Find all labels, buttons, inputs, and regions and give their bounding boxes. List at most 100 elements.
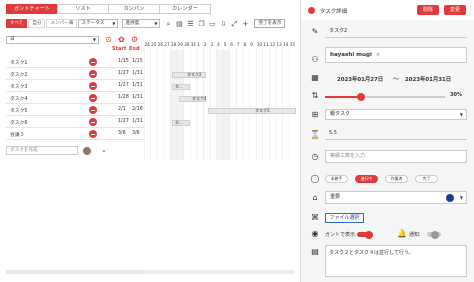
progress-slider[interactable] <box>325 93 445 101</box>
table-row[interactable]: タスク6 1/27 1/31 <box>6 116 144 128</box>
table-row[interactable]: タスク1 1/15 1/15 <box>6 56 144 68</box>
remove-task-icon[interactable] <box>89 82 97 90</box>
end-header: End <box>129 46 140 52</box>
download-icon[interactable]: ⇩ <box>219 20 227 28</box>
show-completed-button[interactable]: 完了を表示 <box>254 19 286 28</box>
settings-circle-icon[interactable]: ⊙ <box>104 35 113 44</box>
remove-task-icon[interactable] <box>89 118 97 126</box>
gear-icon[interactable]: ⚙ <box>130 35 139 44</box>
table-row[interactable]: タスク5 2/1 2/16 <box>6 104 144 116</box>
status-worked[interactable]: 作業済 <box>385 175 408 183</box>
weekend-column <box>223 50 230 160</box>
remove-task-icon[interactable] <box>89 70 97 78</box>
edit-icon: ✎ <box>311 27 319 36</box>
day-label: 5 <box>224 42 227 47</box>
filter-icon[interactable]: ▤ <box>175 20 183 28</box>
status-select[interactable]: ステータス ▼ <box>78 19 119 28</box>
close-icon[interactable] <box>308 7 315 14</box>
avatar[interactable] <box>83 147 91 155</box>
palette-icon[interactable]: ✿ <box>117 35 126 44</box>
file-select-button[interactable]: ファイル選択 <box>325 213 364 223</box>
remove-assignee-icon[interactable]: × <box>376 52 380 58</box>
task-name: タスク1 <box>10 61 28 66</box>
assignee-name: hayashi mugi <box>330 52 372 58</box>
progress-slider-handle[interactable] <box>357 93 365 101</box>
task-detail-panel: タスク詳細 削除 変更 ✎ タスク2 ⚇ hayashi mugi × ▦ 202… <box>300 0 474 282</box>
list-icon[interactable]: ☰ <box>186 20 194 28</box>
gantt-bar[interactable]: タスク5 <box>208 108 296 114</box>
table-row[interactable]: 会議３ 3/6 3/6 <box>6 128 144 140</box>
tab-kanban[interactable]: カンバン <box>108 4 160 14</box>
gantt-bar[interactable]: タ... <box>172 84 190 90</box>
gantt-chart-area: 24 25 26 27 28 29 30 31 1 2 3 4 5 6 7 8 9 10 11 12 13 14 15 タス… <box>143 40 300 170</box>
task-name: タスク5 <box>10 109 28 114</box>
task-start: 3/6 <box>118 131 126 136</box>
day-label: 25 <box>151 42 157 47</box>
task-name: タスク4 <box>10 97 28 102</box>
notify-toggle[interactable] <box>427 230 441 239</box>
delete-button[interactable]: 削除 <box>417 5 439 15</box>
progress-select[interactable]: 進捗度 ▼ <box>122 19 161 28</box>
memo-textarea[interactable]: タスク２とタスク４は並行して行う。 <box>325 245 467 277</box>
tab-calendar[interactable]: カレンダー <box>159 4 211 14</box>
status-done[interactable]: 完了 <box>415 175 438 183</box>
gantt-bar[interactable]: タ... <box>172 120 190 126</box>
day-label: 6 <box>230 42 233 47</box>
start-date[interactable]: 2023年01月27日 <box>337 75 383 83</box>
memo-icon: ▤ <box>311 247 319 256</box>
table-row[interactable]: タスク3 1/27 1/31 <box>6 80 144 92</box>
day-label: 4 <box>217 42 220 47</box>
task-name: 会議３ <box>10 133 25 138</box>
day-label: 31 <box>191 42 197 47</box>
zoom-select[interactable]: 日 ▼ <box>6 36 99 44</box>
filter-member-chip[interactable]: メンバー毎 <box>46 19 78 28</box>
eye-icon: ◉ <box>311 229 319 238</box>
gantt-scrollbar[interactable] <box>144 270 294 274</box>
date-separator: 〜 <box>393 76 400 83</box>
chevron-down-icon[interactable]: ⌄ <box>101 146 107 154</box>
memo-text: タスク２とタスク４は並行して行う。 <box>329 250 414 256</box>
add-icon[interactable]: + <box>241 20 249 28</box>
expand-icon[interactable]: ⤢ <box>230 20 238 28</box>
table-row[interactable]: タスク2 1/27 1/31 <box>6 68 144 80</box>
status-in-progress[interactable]: 進行中 <box>355 175 378 183</box>
task-name-field[interactable]: タスク2 <box>325 27 467 38</box>
gantt-bar-label: タ... <box>175 84 183 89</box>
remove-task-icon[interactable] <box>89 58 97 66</box>
change-button[interactable]: 変更 <box>444 5 466 15</box>
table-row[interactable]: タスク4 1/28 1/31 <box>6 92 144 104</box>
day-label: 1 <box>197 42 200 47</box>
copy-icon[interactable]: ❐ <box>197 20 205 28</box>
paperclip-icon: ⌘ <box>311 213 319 222</box>
tab-gantt[interactable]: ガントチャート <box>6 4 58 14</box>
tab-list[interactable]: リスト <box>57 4 109 14</box>
new-task-input[interactable]: タスクを作成 <box>6 146 78 155</box>
end-date[interactable]: 2023年01月31日 <box>405 75 451 83</box>
task-name: タスク3 <box>10 85 28 90</box>
task-end: 1/31 <box>132 83 143 88</box>
remove-task-icon[interactable] <box>89 106 97 114</box>
assignee-field[interactable]: hayashi mugi × <box>325 47 467 63</box>
day-label: 8 <box>244 42 247 47</box>
gantt-view: ガントチャート リスト カンバン カレンダー すべて 自分 メンバー毎 ステータ… <box>0 0 300 282</box>
day-label: 15 <box>290 42 296 47</box>
parent-task-select[interactable]: 親タスク ▼ <box>325 109 467 120</box>
gantt-bar-label: タ... <box>175 120 183 125</box>
gantt-bar[interactable]: タスク2 <box>172 72 206 78</box>
remove-task-icon[interactable] <box>89 94 97 102</box>
status-not-started[interactable]: 未着手 <box>325 175 348 183</box>
task-list-scrollbar[interactable] <box>6 270 144 274</box>
gantt-bar[interactable]: タスク4 <box>179 96 207 102</box>
task-start: 1/28 <box>118 95 129 100</box>
filter-mine-chip[interactable]: 自分 <box>28 19 46 28</box>
actual-hours-input[interactable]: 実績工数を入力 <box>325 150 467 163</box>
estimate-field[interactable]: 5.5 <box>325 129 467 140</box>
weekend-column <box>170 50 177 160</box>
gantt-display-toggle[interactable] <box>357 230 373 239</box>
task-end: 1/15 <box>132 59 143 64</box>
search-icon[interactable]: ⌕ <box>164 20 172 28</box>
day-label: 7 <box>237 42 240 47</box>
folder-icon[interactable]: ▭ <box>208 20 216 28</box>
remove-task-icon[interactable] <box>89 130 97 138</box>
filter-all-chip[interactable]: すべて <box>6 19 28 28</box>
